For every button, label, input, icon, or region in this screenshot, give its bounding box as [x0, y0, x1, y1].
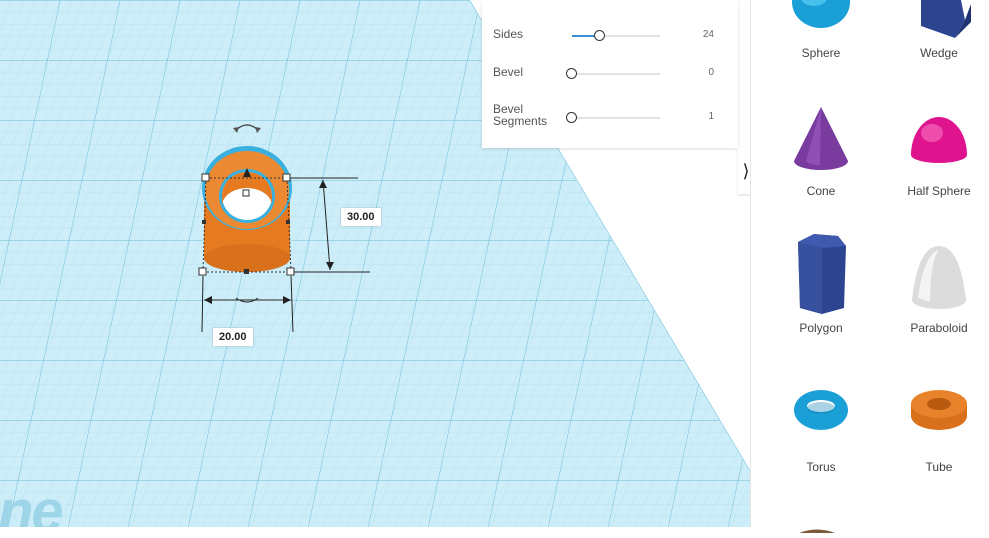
wedge-icon: [921, 0, 971, 38]
bevel-slider[interactable]: [566, 68, 660, 79]
shape-label: Torus: [806, 460, 836, 474]
tube-object[interactable]: [202, 146, 292, 272]
cone-icon: [794, 107, 848, 170]
width-dimension-label[interactable]: 20.00: [213, 328, 253, 346]
torus-icon: [794, 390, 848, 430]
shape-inspector-panel: Sides 24 Bevel 0 Bevel Segments 1: [482, 0, 738, 148]
shape-tube[interactable]: Tube: [880, 380, 989, 480]
polygon-icon: [798, 234, 846, 314]
shape-half-sphere[interactable]: Half Sphere: [880, 103, 989, 203]
shape-cone[interactable]: Cone: [762, 103, 880, 203]
half-sphere-icon: [911, 117, 967, 163]
bevel-segments-slider[interactable]: [566, 112, 660, 123]
basic-shapes-panel: Sphere Wedge Cone Half Sphere Polygon Pa…: [750, 0, 989, 533]
paraboloid-icon: [912, 246, 966, 309]
shape-sphere[interactable]: Sphere: [762, 0, 880, 65]
sides-label: Sides: [493, 27, 524, 41]
shape-label: Polygon: [799, 321, 843, 335]
chevron-right-icon: ⟩: [742, 160, 750, 181]
bevel-segments-slider-knob[interactable]: [566, 112, 577, 123]
shape-label: Cone: [806, 184, 836, 198]
tube-icon: [911, 390, 967, 430]
shape-partial-next-row[interactable]: [797, 520, 837, 533]
shape-label: Half Sphere: [907, 184, 971, 198]
sides-value[interactable]: 24: [703, 29, 714, 40]
bevel-segments-value[interactable]: 1: [708, 111, 714, 122]
bevel-segments-label: Bevel Segments: [493, 102, 548, 128]
shape-label: Sphere: [801, 46, 841, 60]
shape-label: Paraboloid: [910, 321, 968, 335]
shape-polygon[interactable]: Polygon: [762, 232, 880, 342]
sides-slider-knob[interactable]: [594, 30, 605, 41]
shape-label: Wedge: [920, 46, 958, 60]
partial-shape-icon: [799, 529, 835, 533]
shape-wedge[interactable]: Wedge: [880, 0, 989, 65]
shape-paraboloid[interactable]: Paraboloid: [880, 232, 989, 342]
workplane-watermark: ne: [0, 479, 64, 527]
sides-slider[interactable]: [572, 30, 660, 41]
sphere-icon: [792, 0, 850, 28]
bevel-label: Bevel: [493, 65, 524, 79]
shape-torus[interactable]: Torus: [762, 380, 880, 480]
bevel-value[interactable]: 0: [708, 67, 714, 78]
height-dimension-label[interactable]: 30.00: [341, 208, 381, 226]
bevel-slider-knob[interactable]: [566, 68, 577, 79]
shape-label: Tube: [925, 460, 953, 474]
